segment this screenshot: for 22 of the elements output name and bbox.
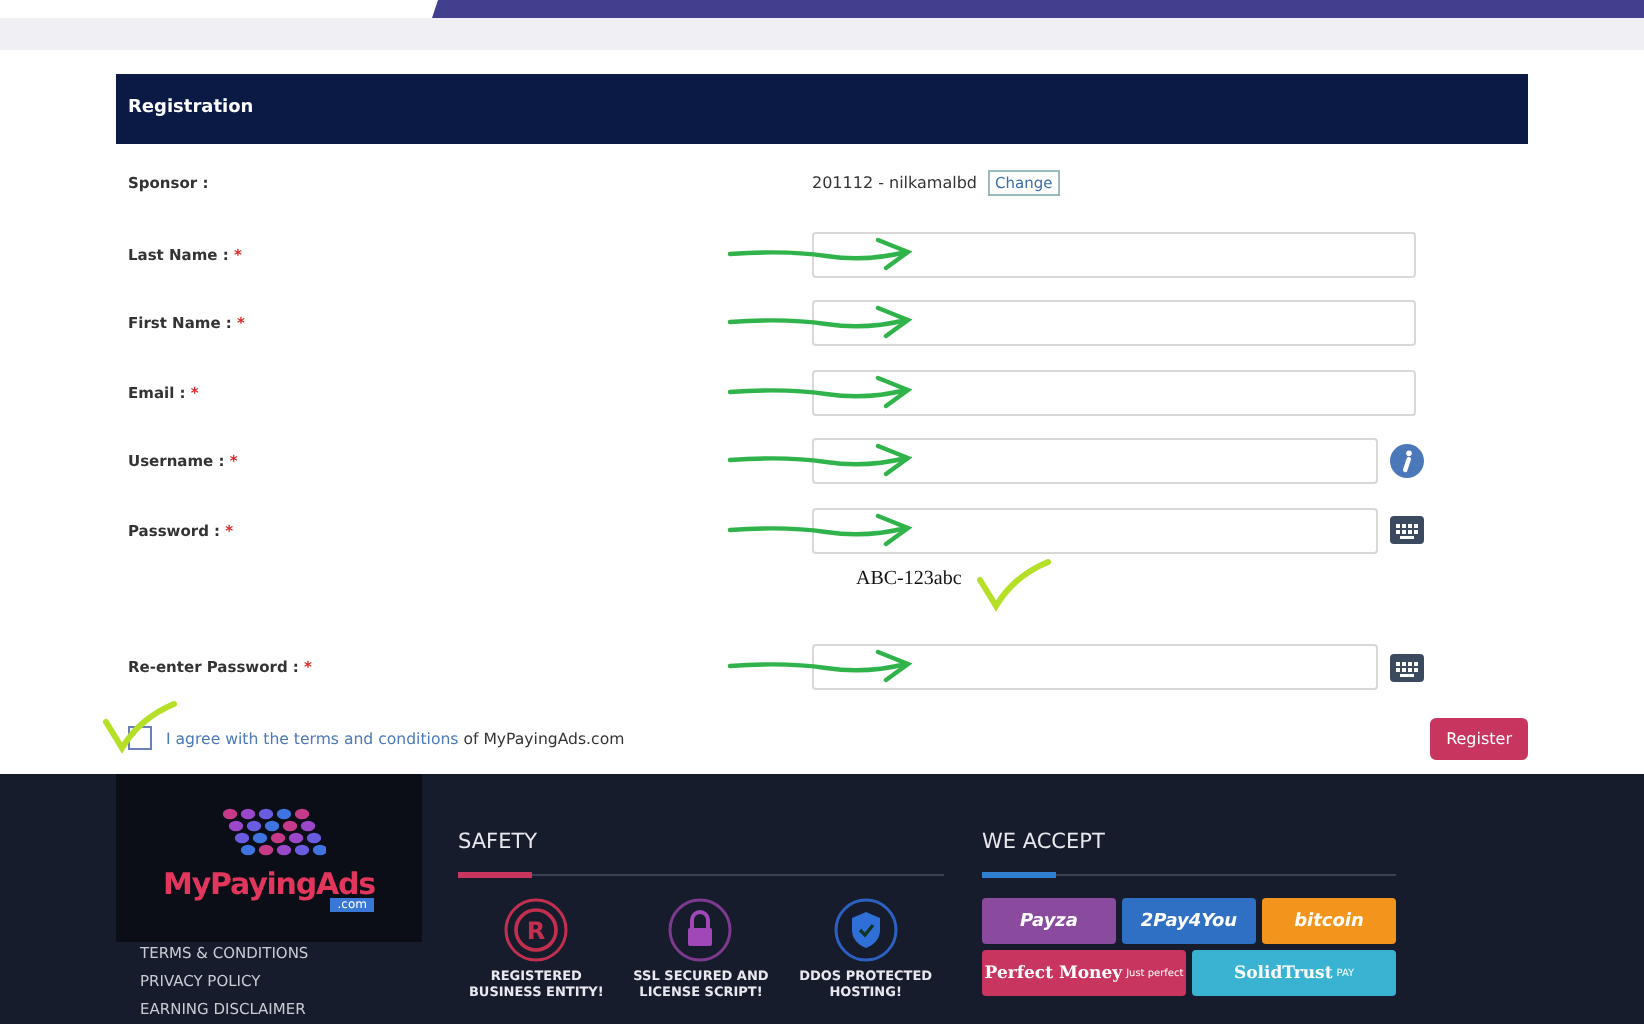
info-icon — [1390, 444, 1424, 479]
registered-mark-icon: R — [504, 898, 569, 962]
logo-text: MyPayingAds — [163, 866, 375, 902]
payment-logo: bitcoin — [1262, 898, 1396, 944]
input-field[interactable] — [812, 644, 1378, 691]
input-field[interactable] — [812, 231, 1416, 278]
input-field[interactable] — [812, 300, 1416, 347]
section-title: WE ACCEPT — [982, 830, 1107, 854]
input-field[interactable] — [812, 507, 1378, 554]
input-field[interactable] — [812, 369, 1416, 416]
input-field[interactable] — [812, 438, 1378, 485]
section-title: SAFETY — [458, 830, 540, 854]
handwritten-note: ABC-123abc — [856, 568, 962, 590]
section-header: Registration — [116, 74, 1528, 144]
payment-logo: Payza — [982, 898, 1116, 944]
padlock-icon — [668, 898, 733, 962]
payment-logo: 2Pay4You — [1122, 898, 1256, 944]
shield-icon — [833, 898, 898, 962]
register-button[interactable]: Register — [1430, 717, 1528, 759]
sponsor-value: 201112 - nilkamalbd — [812, 173, 977, 191]
keyboard-icon — [1390, 516, 1424, 545]
keyboard-icon — [1390, 653, 1424, 682]
